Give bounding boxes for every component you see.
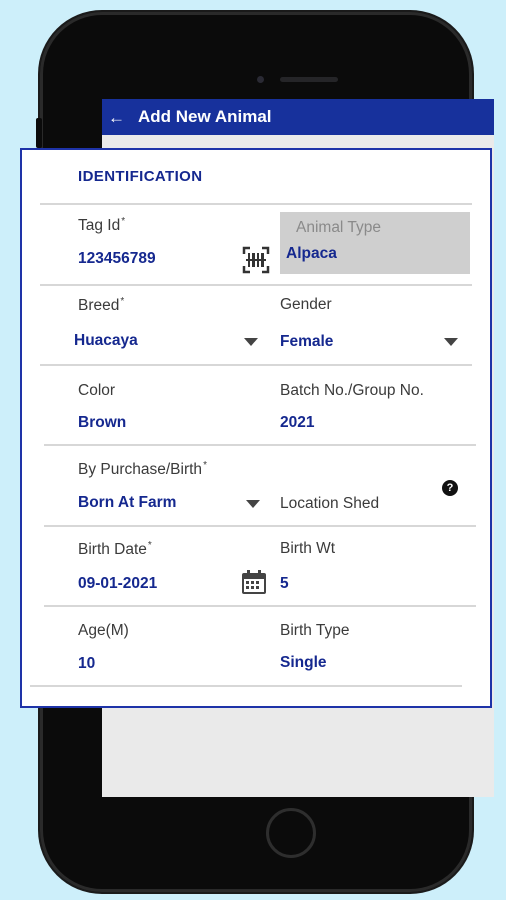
- divider: [40, 203, 472, 205]
- mute-switch: [36, 118, 42, 148]
- age-label: Age(M): [78, 622, 129, 639]
- breed-label: Breed*: [78, 296, 125, 315]
- purchase-birth-dropdown[interactable]: Born At Farm: [78, 494, 176, 512]
- app-header: ← Add New Animal: [102, 99, 494, 135]
- birth-wt-field[interactable]: 5: [280, 575, 289, 593]
- calendar-icon[interactable]: [240, 568, 268, 596]
- earpiece-speaker: [280, 77, 338, 82]
- purchase-birth-label: By Purchase/Birth*: [78, 460, 207, 479]
- divider: [40, 364, 472, 366]
- help-circle-icon[interactable]: ?: [442, 480, 458, 496]
- birth-type-dropdown[interactable]: Single: [280, 654, 327, 672]
- chevron-down-icon[interactable]: [244, 338, 258, 346]
- batch-field[interactable]: 2021: [280, 414, 314, 432]
- animal-type-value: Alpaca: [286, 245, 337, 262]
- identification-form-card: IDENTIFICATION Tag Id* 123456789 Animal …: [20, 148, 492, 708]
- chevron-down-icon[interactable]: [444, 338, 458, 346]
- location-shed-field[interactable]: Location Shed: [280, 495, 379, 513]
- chevron-down-icon[interactable]: [246, 500, 260, 508]
- birth-date-label: Birth Date*: [78, 540, 152, 559]
- tag-id-label: Tag Id*: [78, 216, 126, 235]
- birth-wt-label: Birth Wt: [280, 540, 336, 557]
- gender-dropdown[interactable]: Female: [280, 333, 333, 351]
- color-field[interactable]: Brown: [78, 414, 126, 432]
- back-arrow-icon[interactable]: ←: [108, 109, 130, 126]
- breed-dropdown[interactable]: Huacaya: [74, 332, 138, 350]
- divider: [40, 284, 472, 286]
- divider: [30, 685, 462, 687]
- section-title: IDENTIFICATION: [78, 168, 203, 185]
- animal-type-field: Animal Type Alpaca: [280, 212, 470, 274]
- page-title: Add New Animal: [138, 107, 272, 126]
- batch-label: Batch No./Group No.: [280, 382, 424, 399]
- divider: [44, 444, 476, 446]
- front-camera: [257, 76, 264, 83]
- divider: [44, 525, 476, 527]
- barcode-scan-icon[interactable]: [242, 246, 270, 274]
- birth-type-label: Birth Type: [280, 622, 350, 639]
- divider: [44, 605, 476, 607]
- birth-date-field[interactable]: 09-01-2021: [78, 575, 157, 593]
- gender-label: Gender: [280, 296, 332, 313]
- age-field[interactable]: 10: [78, 655, 95, 673]
- animal-type-label: Animal Type: [296, 219, 382, 236]
- color-label: Color: [78, 382, 116, 399]
- tag-id-field[interactable]: 123456789: [78, 250, 156, 268]
- home-button[interactable]: [266, 808, 316, 858]
